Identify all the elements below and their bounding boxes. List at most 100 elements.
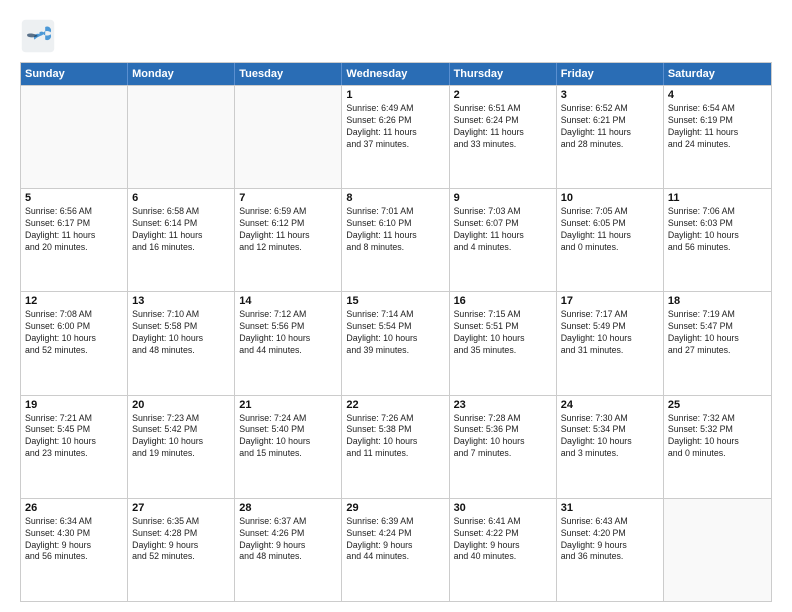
day-number: 23 [454, 399, 552, 411]
cell-info: Sunrise: 7:21 AM Sunset: 5:45 PM Dayligh… [25, 413, 123, 461]
calendar-cell [21, 86, 128, 188]
calendar-cell: 16 Sunrise: 7:15 AM Sunset: 5:51 PM Dayli… [450, 292, 557, 394]
day-number: 13 [132, 295, 230, 307]
day-number: 25 [668, 399, 767, 411]
calendar-cell: 9Sunrise: 7:03 AM Sunset: 6:07 PM Daylig… [450, 189, 557, 291]
cell-info: Sunrise: 7:15 AM Sunset: 5:51 PM Dayligh… [454, 309, 552, 357]
calendar-cell: 11Sunrise: 7:06 AM Sunset: 6:03 PM Dayli… [664, 189, 771, 291]
cell-info: Sunrise: 7:26 AM Sunset: 5:38 PM Dayligh… [346, 413, 444, 461]
logo-icon [20, 18, 56, 54]
cell-info: Sunrise: 6:52 AM Sunset: 6:21 PM Dayligh… [561, 103, 659, 151]
cell-info: Sunrise: 6:37 AM Sunset: 4:26 PM Dayligh… [239, 516, 337, 564]
cell-info: Sunrise: 6:56 AM Sunset: 6:17 PM Dayligh… [25, 206, 123, 254]
calendar-cell: 2 Sunrise: 6:51 AM Sunset: 6:24 PM Daylig… [450, 86, 557, 188]
day-number: 12 [25, 295, 123, 307]
day-number: 28 [239, 502, 337, 514]
day-number: 30 [454, 502, 552, 514]
day-number: 4 [668, 89, 767, 101]
calendar-cell: 24Sunrise: 7:30 AM Sunset: 5:34 PM Dayli… [557, 396, 664, 498]
day-number: 18 [668, 295, 767, 307]
calendar-cell: 4 Sunrise: 6:54 AM Sunset: 6:19 PM Daylig… [664, 86, 771, 188]
calendar-cell: 23Sunrise: 7:28 AM Sunset: 5:36 PM Dayli… [450, 396, 557, 498]
day-number: 7 [239, 192, 337, 204]
day-number: 27 [132, 502, 230, 514]
calendar-cell: 14 Sunrise: 7:12 AM Sunset: 5:56 PM Dayli… [235, 292, 342, 394]
calendar-row-5: 26 Sunrise: 6:34 AM Sunset: 4:30 PM Dayli… [21, 498, 771, 601]
day-number: 19 [25, 399, 123, 411]
cell-info: Sunrise: 7:10 AM Sunset: 5:58 PM Dayligh… [132, 309, 230, 357]
calendar-cell: 13 Sunrise: 7:10 AM Sunset: 5:58 PM Dayli… [128, 292, 235, 394]
day-number: 2 [454, 89, 552, 101]
header [20, 18, 772, 54]
cell-info: Sunrise: 7:24 AM Sunset: 5:40 PM Dayligh… [239, 413, 337, 461]
cell-info: Sunrise: 6:39 AM Sunset: 4:24 PM Dayligh… [346, 516, 444, 564]
day-number: 1 [346, 89, 444, 101]
day-number: 17 [561, 295, 659, 307]
cell-info: Sunrise: 6:59 AM Sunset: 6:12 PM Dayligh… [239, 206, 337, 254]
calendar-cell: 29 Sunrise: 6:39 AM Sunset: 4:24 PM Dayli… [342, 499, 449, 601]
day-number: 10 [561, 192, 659, 204]
calendar-row-3: 12Sunrise: 7:08 AM Sunset: 6:00 PM Dayli… [21, 291, 771, 394]
calendar-row-4: 19 Sunrise: 7:21 AM Sunset: 5:45 PM Dayli… [21, 395, 771, 498]
calendar-cell [128, 86, 235, 188]
calendar-cell: 30Sunrise: 6:41 AM Sunset: 4:22 PM Dayli… [450, 499, 557, 601]
calendar-cell: 3 Sunrise: 6:52 AM Sunset: 6:21 PM Daylig… [557, 86, 664, 188]
day-number: 8 [346, 192, 444, 204]
calendar-cell [664, 499, 771, 601]
calendar-header: SundayMondayTuesdayWednesdayThursdayFrid… [21, 63, 771, 85]
calendar-cell: 7 Sunrise: 6:59 AM Sunset: 6:12 PM Daylig… [235, 189, 342, 291]
calendar-cell: 20 Sunrise: 7:23 AM Sunset: 5:42 PM Dayli… [128, 396, 235, 498]
day-number: 6 [132, 192, 230, 204]
header-cell-tuesday: Tuesday [235, 63, 342, 85]
calendar-cell: 17 Sunrise: 7:17 AM Sunset: 5:49 PM Dayli… [557, 292, 664, 394]
calendar-cell: 19 Sunrise: 7:21 AM Sunset: 5:45 PM Dayli… [21, 396, 128, 498]
calendar-cell: 18 Sunrise: 7:19 AM Sunset: 5:47 PM Dayli… [664, 292, 771, 394]
cell-info: Sunrise: 7:05 AM Sunset: 6:05 PM Dayligh… [561, 206, 659, 254]
day-number: 15 [346, 295, 444, 307]
calendar: SundayMondayTuesdayWednesdayThursdayFrid… [20, 62, 772, 602]
calendar-row-2: 5 Sunrise: 6:56 AM Sunset: 6:17 PM Daylig… [21, 188, 771, 291]
cell-info: Sunrise: 7:12 AM Sunset: 5:56 PM Dayligh… [239, 309, 337, 357]
calendar-cell: 26 Sunrise: 6:34 AM Sunset: 4:30 PM Dayli… [21, 499, 128, 601]
day-number: 3 [561, 89, 659, 101]
day-number: 16 [454, 295, 552, 307]
cell-info: Sunrise: 6:43 AM Sunset: 4:20 PM Dayligh… [561, 516, 659, 564]
calendar-cell: 6 Sunrise: 6:58 AM Sunset: 6:14 PM Daylig… [128, 189, 235, 291]
day-number: 11 [668, 192, 767, 204]
cell-info: Sunrise: 6:58 AM Sunset: 6:14 PM Dayligh… [132, 206, 230, 254]
header-cell-friday: Friday [557, 63, 664, 85]
cell-info: Sunrise: 7:19 AM Sunset: 5:47 PM Dayligh… [668, 309, 767, 357]
day-number: 20 [132, 399, 230, 411]
calendar-row-1: 1 Sunrise: 6:49 AM Sunset: 6:26 PM Daylig… [21, 85, 771, 188]
cell-info: Sunrise: 6:34 AM Sunset: 4:30 PM Dayligh… [25, 516, 123, 564]
day-number: 21 [239, 399, 337, 411]
calendar-cell: 31Sunrise: 6:43 AM Sunset: 4:20 PM Dayli… [557, 499, 664, 601]
cell-info: Sunrise: 6:51 AM Sunset: 6:24 PM Dayligh… [454, 103, 552, 151]
header-cell-thursday: Thursday [450, 63, 557, 85]
day-number: 22 [346, 399, 444, 411]
day-number: 26 [25, 502, 123, 514]
cell-info: Sunrise: 7:32 AM Sunset: 5:32 PM Dayligh… [668, 413, 767, 461]
cell-info: Sunrise: 6:49 AM Sunset: 6:26 PM Dayligh… [346, 103, 444, 151]
calendar-cell: 25 Sunrise: 7:32 AM Sunset: 5:32 PM Dayli… [664, 396, 771, 498]
calendar-body: 1 Sunrise: 6:49 AM Sunset: 6:26 PM Daylig… [21, 85, 771, 601]
day-number: 5 [25, 192, 123, 204]
calendar-cell: 22 Sunrise: 7:26 AM Sunset: 5:38 PM Dayli… [342, 396, 449, 498]
cell-info: Sunrise: 6:54 AM Sunset: 6:19 PM Dayligh… [668, 103, 767, 151]
day-number: 29 [346, 502, 444, 514]
page: SundayMondayTuesdayWednesdayThursdayFrid… [0, 0, 792, 612]
calendar-cell: 21 Sunrise: 7:24 AM Sunset: 5:40 PM Dayli… [235, 396, 342, 498]
cell-info: Sunrise: 7:17 AM Sunset: 5:49 PM Dayligh… [561, 309, 659, 357]
header-cell-wednesday: Wednesday [342, 63, 449, 85]
day-number: 9 [454, 192, 552, 204]
header-cell-saturday: Saturday [664, 63, 771, 85]
day-number: 14 [239, 295, 337, 307]
header-cell-sunday: Sunday [21, 63, 128, 85]
calendar-cell: 5 Sunrise: 6:56 AM Sunset: 6:17 PM Daylig… [21, 189, 128, 291]
calendar-cell: 1 Sunrise: 6:49 AM Sunset: 6:26 PM Daylig… [342, 86, 449, 188]
header-cell-monday: Monday [128, 63, 235, 85]
calendar-cell [235, 86, 342, 188]
calendar-cell: 27Sunrise: 6:35 AM Sunset: 4:28 PM Dayli… [128, 499, 235, 601]
cell-info: Sunrise: 7:23 AM Sunset: 5:42 PM Dayligh… [132, 413, 230, 461]
cell-info: Sunrise: 7:01 AM Sunset: 6:10 PM Dayligh… [346, 206, 444, 254]
